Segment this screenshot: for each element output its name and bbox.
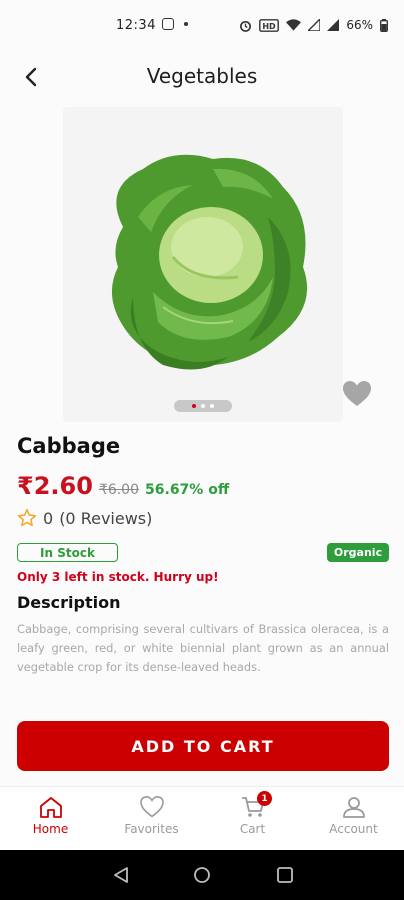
description-text: Cabbage, comprising several cultivars of… — [17, 622, 389, 674]
rating-value: 0 — [43, 508, 54, 528]
nav-label-favorites: Favorites — [124, 822, 179, 836]
product-discount: 56.67% off — [145, 482, 230, 498]
product-price: ₹2.60 — [17, 472, 93, 500]
system-back-icon[interactable] — [112, 866, 130, 884]
product-name: Cabbage — [17, 434, 121, 458]
carousel-dot[interactable] — [201, 404, 205, 408]
instagram-icon — [162, 18, 174, 30]
description-heading: Description — [17, 593, 121, 612]
svg-text:HD: HD — [263, 22, 277, 31]
nav-item-favorites[interactable]: Favorites — [101, 787, 202, 850]
nav-item-home[interactable]: Home — [0, 787, 101, 850]
stock-warning: Only 3 left in stock. Hurry up! — [17, 570, 219, 584]
bottom-navigation: Home Favorites 1 Cart Account — [0, 786, 404, 850]
more-notifications-icon — [184, 22, 188, 26]
cart-count-badge: 1 — [257, 791, 272, 806]
review-count: (0 Reviews) — [59, 508, 153, 528]
status-bar: 12:34 HD 66% — [0, 0, 404, 52]
nav-label-account: Account — [329, 822, 378, 836]
system-navigation-bar — [0, 850, 404, 900]
carousel-dot-active[interactable] — [192, 404, 196, 408]
status-notification-icons — [162, 18, 188, 30]
user-icon — [342, 797, 365, 818]
add-to-cart-button[interactable]: ADD TO CART — [17, 721, 389, 771]
nav-label-cart: Cart — [239, 822, 266, 836]
cabbage-image — [111, 154, 308, 370]
product-mrp: ₹6.00 — [98, 482, 140, 498]
wifi-icon — [286, 19, 302, 31]
status-time: 12:34 — [116, 18, 156, 33]
nav-item-account[interactable]: Account — [303, 787, 404, 850]
alarm-icon — [240, 20, 252, 32]
favorite-button[interactable] — [342, 380, 372, 408]
system-home-icon[interactable] — [193, 866, 211, 884]
signal-icon-1 — [308, 19, 321, 31]
star-icon — [17, 508, 37, 527]
battery-percent: 66% — [346, 18, 373, 32]
nav-item-cart[interactable]: 1 Cart — [202, 787, 303, 850]
organic-badge: Organic — [327, 543, 389, 562]
signal-icon-2 — [327, 19, 340, 31]
hd-icon: HD — [259, 18, 280, 32]
nav-label-home: Home — [32, 822, 69, 836]
status-system-icons: HD 66% — [239, 18, 388, 32]
app-header: Vegetables — [0, 52, 404, 102]
heart-outline-icon — [139, 796, 164, 818]
heart-icon — [343, 381, 371, 406]
rating-row[interactable]: 0 (0 Reviews) — [17, 508, 152, 528]
system-recents-icon[interactable] — [276, 866, 294, 884]
carousel-indicator[interactable] — [174, 400, 232, 412]
carousel-dot[interactable] — [210, 404, 214, 408]
home-icon — [39, 797, 62, 818]
page-title: Vegetables — [146, 64, 258, 88]
product-image-carousel[interactable] — [63, 107, 343, 422]
battery-icon — [380, 18, 388, 32]
price-row: ₹2.60 ₹6.00 56.67% off — [17, 472, 229, 500]
stock-status-badge: In Stock — [17, 543, 118, 562]
